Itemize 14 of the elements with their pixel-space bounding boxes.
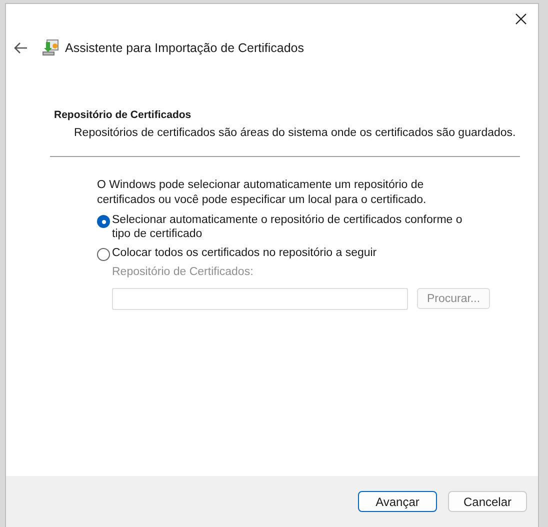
section-description: Repositórios de certificados são áreas do sistema onde os certificados são guardados. [74,127,517,139]
window-title: Assistente para Importação de Certificados [65,41,304,55]
close-icon[interactable] [515,13,527,25]
dialog-button[interactable]: Avançar [358,491,437,512]
radio-label[interactable]: Selecionar automaticamente o repositório de certificados conforme o tipo de certificado [112,213,482,241]
dialog-button[interactable]: Cancelar [448,491,527,512]
certificate-icon [42,39,60,57]
radio-button[interactable] [97,248,110,261]
intro-text: O Windows pode selecionar automaticamente um repositório de certificados ou você pode especificar um local para o certificado. [97,178,428,208]
section-heading: Repositório de Certificados [54,109,192,121]
back-arrow-icon[interactable] [14,42,28,54]
radio-button[interactable] [97,215,110,228]
radio-label[interactable]: Colocar todos os certificados no repositório a seguir [112,246,482,260]
store-label: Repositório de Certificados: [112,266,254,278]
